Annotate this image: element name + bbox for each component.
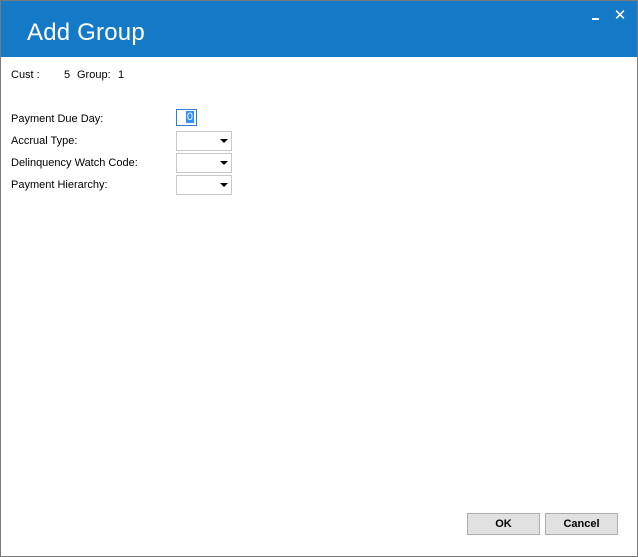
chevron-down-icon (220, 183, 228, 187)
ok-button[interactable]: OK (467, 513, 540, 535)
accrual-type-label: Accrual Type: (11, 135, 78, 147)
payment-due-day-value: 0 (185, 111, 194, 123)
delinquency-watch-code-select[interactable] (176, 153, 232, 173)
cust-label: Cust : (11, 69, 40, 81)
title-bar[interactable]: Add Group ✕ (1, 1, 637, 57)
group-value: 1 (118, 69, 125, 81)
cancel-button[interactable]: Cancel (545, 513, 618, 535)
dialog-title: Add Group (27, 19, 145, 46)
payment-due-day-input[interactable]: 0 (176, 109, 197, 126)
group-label: Group: (77, 69, 111, 81)
chevron-down-icon (220, 161, 228, 165)
add-group-dialog: Add Group ✕ Cust : 5 Group: 1 Payment Du… (0, 0, 638, 557)
payment-due-day-label: Payment Due Day: (11, 113, 104, 125)
minimize-button[interactable] (586, 7, 604, 25)
minimize-icon (591, 18, 599, 20)
chevron-down-icon (220, 139, 228, 143)
delinquency-watch-code-label: Delinquency Watch Code: (11, 157, 138, 169)
accrual-type-select[interactable] (176, 131, 232, 151)
payment-hierarchy-select[interactable] (176, 175, 232, 195)
payment-hierarchy-label: Payment Hierarchy: (11, 179, 108, 191)
cust-value: 5 (64, 69, 71, 81)
close-icon: ✕ (613, 7, 627, 24)
close-button[interactable]: ✕ (611, 7, 629, 25)
